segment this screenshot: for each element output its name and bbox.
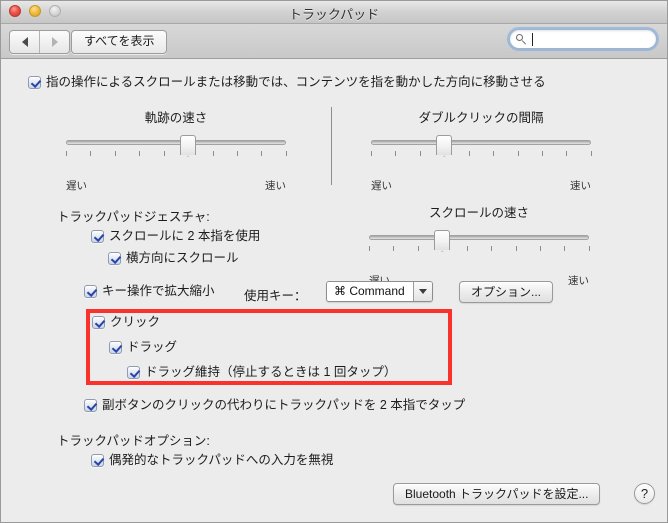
slider-track[interactable] [371,140,591,145]
slider-track[interactable] [66,140,286,145]
checkbox-box[interactable] [108,252,121,265]
slider-title: 軌跡の速さ [144,111,208,125]
checkbox-box[interactable] [127,366,140,379]
preferences-pane: 指の操作によるスクロールまたは移動では、コンテンツを指を動かした方向に移動させる… [1,59,667,522]
checkbox-box[interactable] [84,399,97,412]
search-icon [516,33,527,45]
options-button[interactable]: オプション... [459,281,554,303]
checkbox-natural-scroll[interactable]: 指の操作によるスクロールまたは移動では、コンテンツを指を動かした方向に移動させる [28,75,546,90]
checkbox-horizontal-scroll[interactable]: 横方向にスクロール [108,251,239,266]
show-all-button[interactable]: すべてを表示 [71,30,168,54]
slider-tracking-speed: 軌跡の速さ 遅い 速い [66,107,287,192]
chevron-right-icon [51,37,58,47]
checkbox-secondary-click[interactable]: 副ボタンのクリックの代わりにトラックパッドを 2 本指でタップ [84,398,465,413]
slider-scroll-speed: スクロールの速さ 遅い 速い [369,202,590,287]
checkbox-box[interactable] [109,341,122,354]
checkbox-label: ドラッグ維持（停止するときは 1 回タップ） [145,365,397,379]
modifier-key-dropdown[interactable]: ⌘ Command [326,281,433,302]
back-button[interactable] [10,31,39,53]
vertical-divider [331,107,332,185]
slider-double-click-speed: ダブルクリックの間隔 遅い 速い [371,107,592,192]
checkbox-label: 横方向にスクロール [126,251,239,265]
slider-end-labels: 遅い 速い [66,178,286,193]
slider-max-label: 速い [265,180,286,192]
forward-button [39,31,69,53]
slider-ticks [66,151,287,157]
checkbox-label: ドラッグ [127,340,178,354]
toolbar: すべてを表示 [1,24,667,59]
navigation-buttons [9,30,70,54]
slider-title: スクロールの速さ [428,206,529,220]
checkbox-click[interactable]: クリック [92,315,160,330]
slider-track[interactable] [369,235,589,240]
titlebar: トラックパッド [1,1,667,24]
checkbox-box[interactable] [92,316,105,329]
help-button[interactable]: ? [634,483,655,504]
text-caret [532,33,533,46]
slider-min-label: 遅い [371,180,392,192]
options-section-label: トラックパッドオプション: [57,434,210,448]
slider-thumb[interactable] [180,135,197,155]
checkbox-box[interactable] [91,230,104,243]
checkbox-drag-lock[interactable]: ドラッグ維持（停止するときは 1 回タップ） [127,365,396,380]
checkbox-two-finger-scroll[interactable]: スクロールに 2 本指を使用 [91,229,260,244]
gestures-section-label: トラックパッドジェスチャ: [57,210,210,224]
checkbox-label: 偶発的なトラックパッドへの入力を無視 [109,453,334,467]
modifier-key-value: ⌘ Command [327,282,413,301]
slider-end-labels: 遅い 速い [371,178,591,193]
checkbox-box[interactable] [28,76,41,89]
slider-track-area[interactable] [369,230,590,252]
search-input[interactable] [530,30,656,48]
checkbox-label: クリック [110,315,161,329]
checkbox-ignore-accidental-input[interactable]: 偶発的なトラックパッドへの入力を無視 [91,453,333,468]
search-field[interactable] [509,29,657,49]
window-title: トラックパッド [288,7,380,22]
slider-track-area[interactable] [371,135,592,157]
checkbox-label: キー操作で拡大縮小 [102,284,215,298]
slider-min-label: 遅い [66,180,87,192]
checkbox-box[interactable] [84,285,97,298]
checkbox-drag[interactable]: ドラッグ [109,340,177,355]
checkbox-label: 指の操作によるスクロールまたは移動では、コンテンツを指を動かした方向に移動させる [46,75,546,89]
slider-ticks [371,151,592,157]
slider-max-label: 速い [570,180,591,192]
slider-thumb[interactable] [436,135,453,155]
slider-max-label: 速い [568,275,589,287]
checkbox-screen-zoom[interactable]: キー操作で拡大縮小 [84,284,215,299]
slider-title: ダブルクリックの間隔 [418,111,544,125]
slider-track-area[interactable] [66,135,287,157]
checkbox-label: スクロールに 2 本指を使用 [109,229,261,243]
slider-ticks [369,246,590,252]
modifier-key-label: 使用キー： [244,289,307,303]
slider-thumb[interactable] [434,230,451,250]
trackpad-preferences-window: トラックパッド すべてを表示 指の操作によるスクロールまたは移動では、コンテンツ… [0,0,668,523]
setup-bluetooth-trackpad-button[interactable]: Bluetooth トラックパッドを設定... [393,483,601,505]
checkbox-box[interactable] [91,454,104,467]
chevron-left-icon [21,37,28,47]
chevron-down-icon[interactable] [412,282,432,301]
checkbox-label: 副ボタンのクリックの代わりにトラックパッドを 2 本指でタップ [102,398,466,412]
